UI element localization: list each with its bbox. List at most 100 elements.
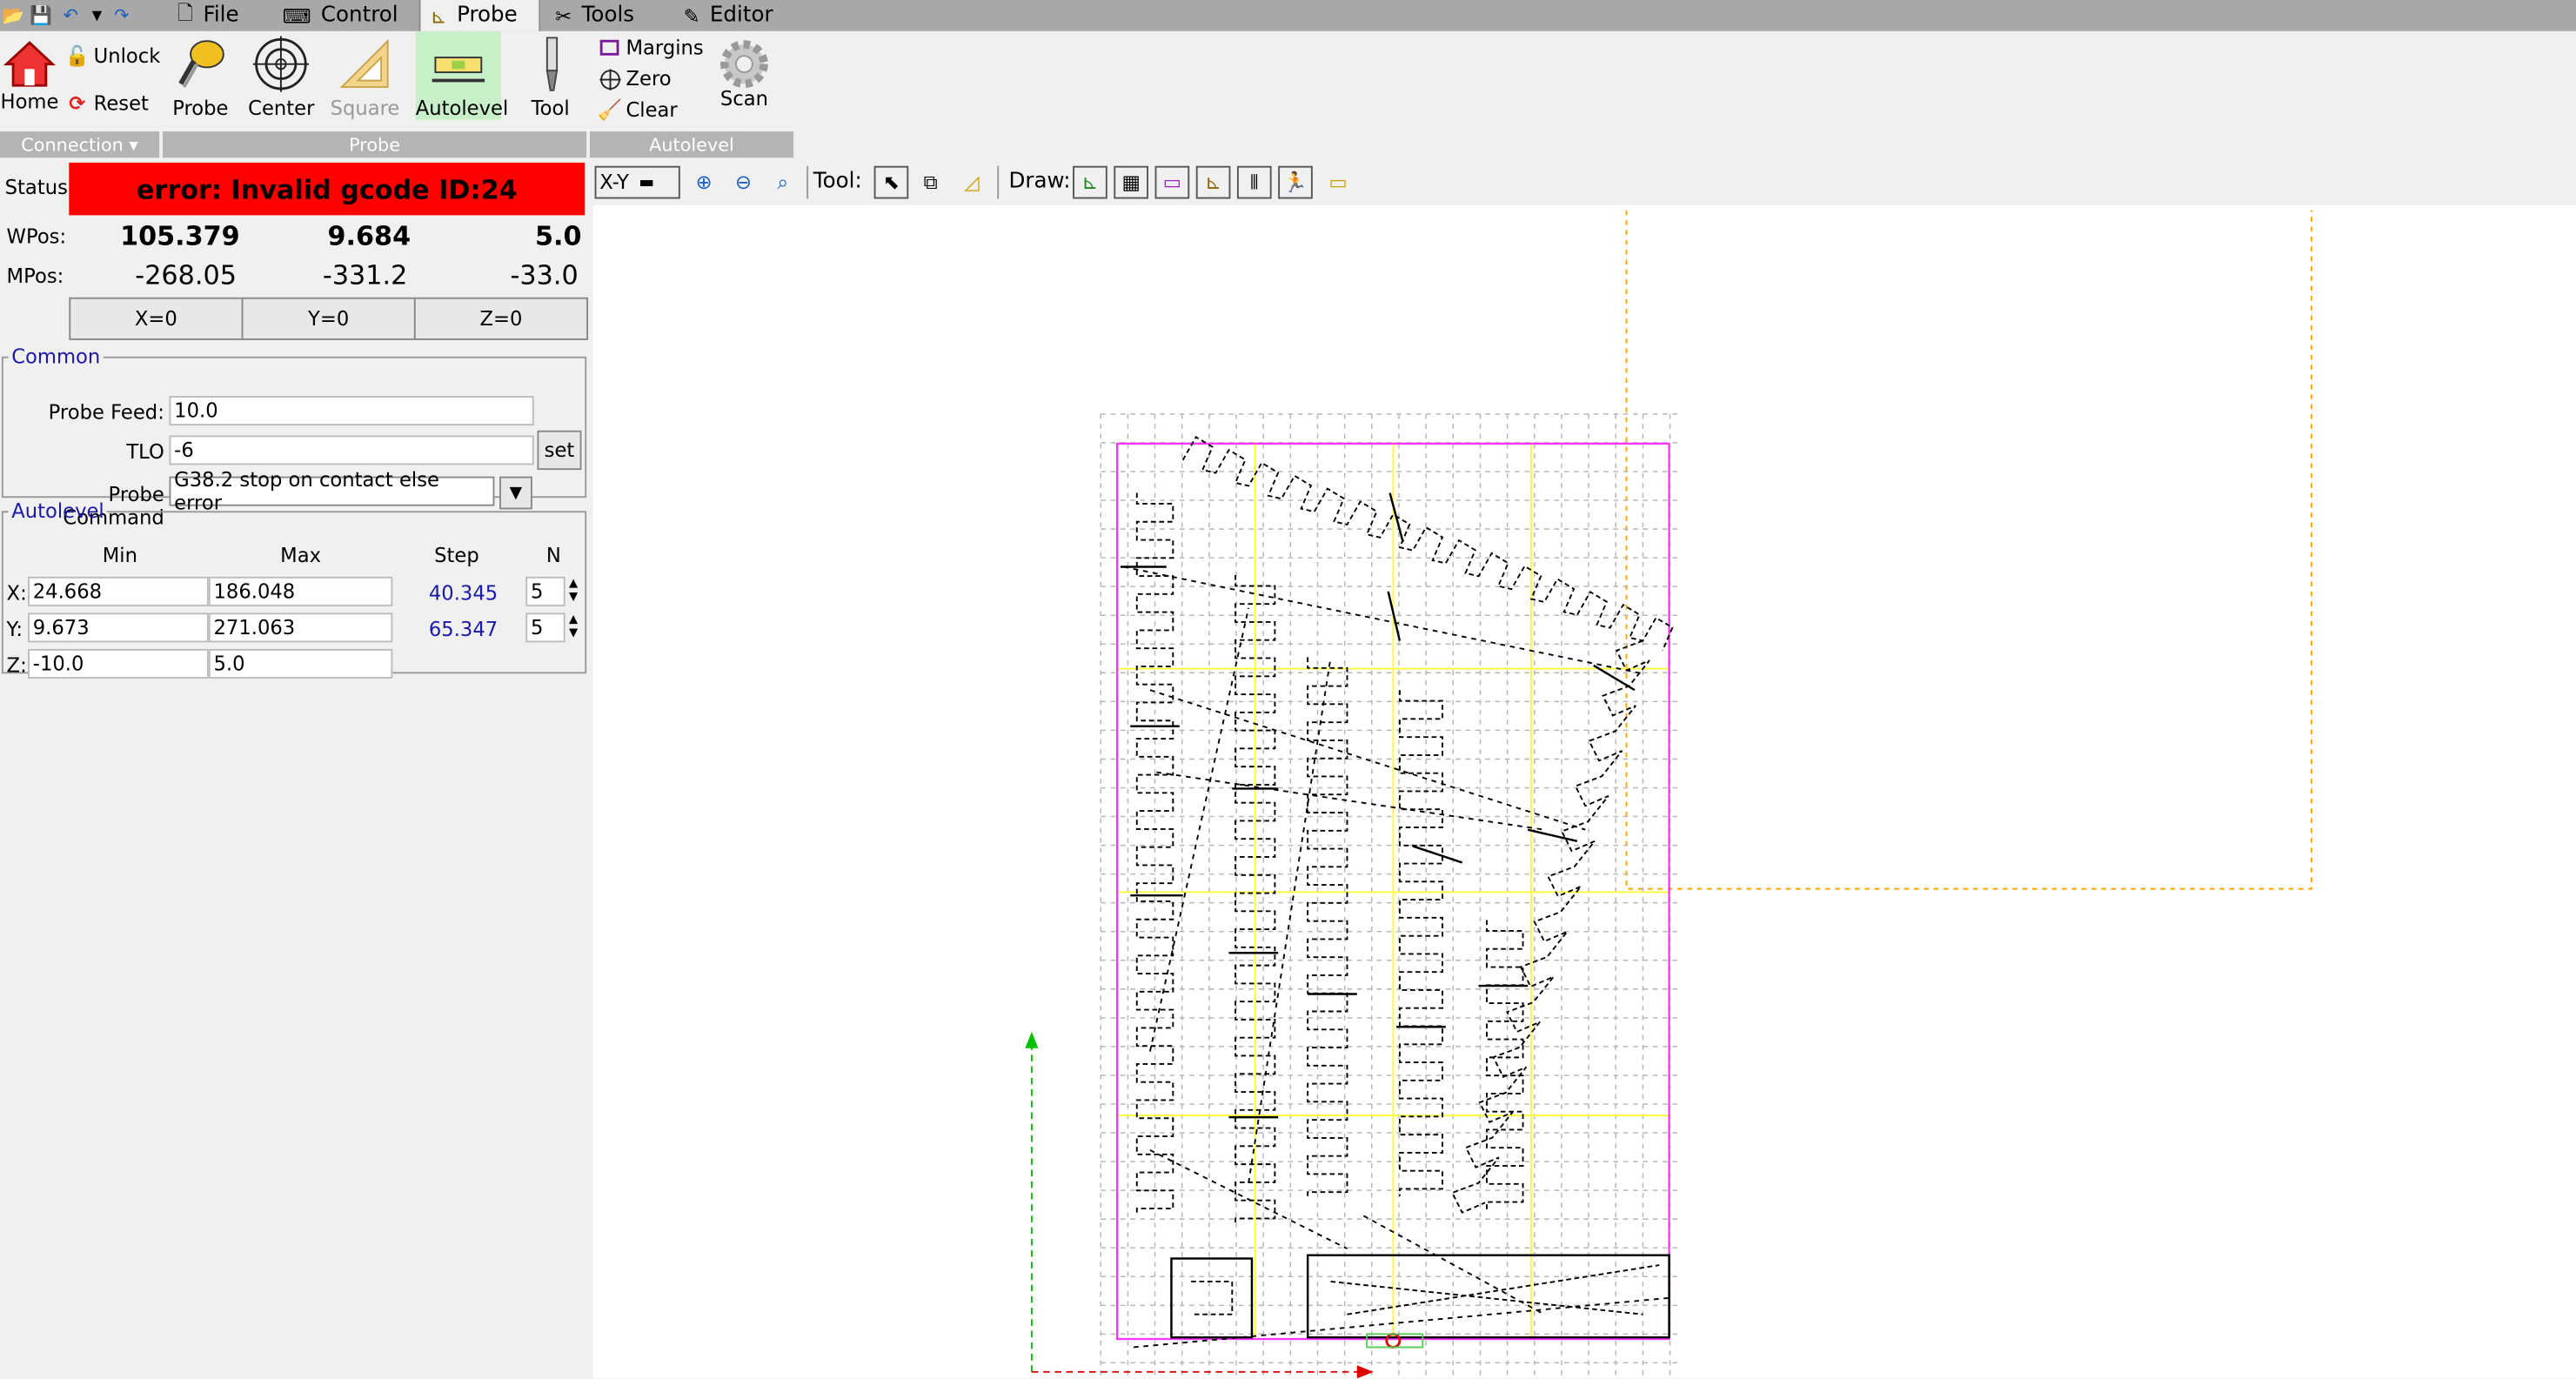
- autolevel-button[interactable]: Autolevel: [415, 30, 508, 120]
- probe-toggle-icon[interactable]: ⊾: [1195, 165, 1231, 199]
- wpos-y[interactable]: 9.684: [246, 220, 411, 251]
- tab-tools[interactable]: ✂ Tools: [555, 0, 634, 31]
- workarea-icon[interactable]: ⫴: [1236, 165, 1272, 199]
- clear-button[interactable]: 🧹 Clear: [597, 98, 677, 121]
- home-button[interactable]: Home: [0, 31, 59, 113]
- work-limit: [1625, 210, 2312, 890]
- zero-y-button[interactable]: Y=0: [241, 297, 416, 340]
- select-pointer-icon[interactable]: ⬉: [873, 165, 909, 199]
- probe-button[interactable]: Probe: [171, 31, 230, 120]
- y-row-label: Y:: [6, 618, 23, 641]
- view-select[interactable]: X-Y ▬: [594, 165, 680, 199]
- rapid-move: [1123, 566, 1643, 675]
- toolpath-box: [1170, 1257, 1254, 1339]
- tab-editor[interactable]: ✎ Editor: [684, 0, 773, 31]
- autolevel-title: Autolevel: [11, 499, 104, 523]
- y-n-input[interactable]: 5: [525, 613, 565, 643]
- rapid-icon[interactable]: 🏃: [1278, 165, 1313, 199]
- canvas-toolbar: X-Y ▬ ⊕ ⊖ ⌕ Tool: ⬉ ⧉ ◿ Draw: ⊾ ▦ ▭ ⊾ ⫴ 🏃…: [592, 162, 2576, 203]
- tab-file[interactable]: 🗋 File: [177, 0, 239, 31]
- grid-icon[interactable]: ▦: [1114, 165, 1148, 199]
- autolevel-section: Autolevel Min Max Step N X: 24.668 186.0…: [1, 499, 587, 679]
- reset-button[interactable]: ⟳ Reset: [66, 92, 149, 115]
- zoom-out-icon[interactable]: ⊖: [726, 166, 761, 199]
- toolbar-separator: [997, 165, 1000, 199]
- x-step-value: 40.345: [428, 581, 498, 605]
- wpos-label: WPos:: [6, 224, 67, 249]
- chevron-down-icon: ▬: [639, 173, 655, 191]
- scan-button[interactable]: Scan: [713, 31, 776, 110]
- zero-z-button[interactable]: Z=0: [413, 297, 589, 340]
- pan-icon[interactable]: ⧉: [913, 166, 948, 199]
- z-row-label: Z:: [6, 653, 27, 678]
- step-header: Step: [434, 544, 479, 567]
- autolevel-group-label: Autolevel: [589, 131, 794, 158]
- x-n-input[interactable]: 5: [525, 576, 565, 606]
- zoom-fit-icon[interactable]: ⌕: [766, 166, 800, 199]
- z-max-input[interactable]: 5.0: [208, 648, 393, 679]
- wpos-z[interactable]: 5.0: [418, 220, 582, 251]
- tlo-label: TLO: [126, 440, 164, 464]
- toolpath: [1398, 690, 1443, 1196]
- toolpath: [1486, 920, 1524, 1209]
- center-button[interactable]: Center: [248, 31, 314, 120]
- open-icon[interactable]: 📂: [0, 2, 26, 28]
- toolpath-box: [1306, 1254, 1670, 1339]
- max-header: Max: [280, 544, 322, 567]
- gcode-canvas[interactable]: [592, 205, 2576, 1379]
- tlo-set-button[interactable]: set: [537, 430, 582, 471]
- mpos-x: -268.05: [135, 259, 237, 291]
- tool-label: Tool:: [813, 169, 862, 194]
- zero-crosshair-icon: [598, 67, 620, 90]
- camera-icon[interactable]: ▭: [1321, 166, 1355, 199]
- toolbar-separator: [806, 165, 809, 199]
- unlock-icon: 🔓: [64, 44, 90, 68]
- zero-x-button[interactable]: X=0: [69, 297, 244, 340]
- reset-icon: ⟳: [69, 91, 86, 116]
- status-label: Status:: [4, 176, 75, 199]
- cut-mark: [1527, 828, 1578, 843]
- rapid-move: [1156, 771, 1545, 831]
- min-header: Min: [102, 544, 137, 567]
- axes-icon[interactable]: ⊾: [1073, 165, 1107, 199]
- rapid-move: [1362, 1215, 1545, 1315]
- zero-button[interactable]: Zero: [598, 67, 672, 90]
- ribbon: Home 🔓Unlock ⟳Reset Connection ▾ Probe: [0, 30, 2576, 160]
- x-n-spinner-icon[interactable]: ▲ ▼: [565, 577, 582, 606]
- toolpath: [1451, 639, 1650, 1214]
- mpos-y: -331.2: [322, 259, 408, 291]
- save-icon[interactable]: 💾: [28, 2, 54, 28]
- undo-icon[interactable]: ↶: [57, 2, 84, 28]
- common-section: Common Probe Feed: 10.0 TLO -6 set Probe…: [1, 345, 587, 529]
- home-icon: [3, 41, 57, 87]
- y-max-input[interactable]: 271.063: [208, 613, 393, 643]
- tlo-input[interactable]: -6: [169, 435, 534, 465]
- square-button[interactable]: Square: [331, 31, 399, 120]
- undo-dropdown-icon[interactable]: ▼: [84, 2, 110, 28]
- tool-button[interactable]: Tool: [523, 31, 579, 120]
- x-max-input[interactable]: 186.048: [208, 576, 393, 606]
- n-header: N: [545, 544, 561, 567]
- redo-icon[interactable]: ↷: [109, 2, 135, 28]
- ruler-icon[interactable]: ◿: [954, 166, 989, 199]
- x-axis-arrow: [1356, 1365, 1374, 1379]
- tab-probe[interactable]: ⊾ Probe: [418, 0, 541, 31]
- x-min-input[interactable]: 24.668: [28, 576, 209, 606]
- menu-bar: 📂 💾 ↶ ▼ ↷ 🗋 File ⌨ Control ⊾ Probe ✂ Tools ✎…: [0, 0, 2576, 31]
- y-n-spinner-icon[interactable]: ▲ ▼: [565, 613, 582, 642]
- toolpath-view[interactable]: [593, 205, 2576, 1379]
- y-axis-arrow: [1025, 1031, 1039, 1048]
- margins-button[interactable]: Margins: [598, 37, 704, 59]
- z-min-input[interactable]: -10.0: [28, 648, 209, 679]
- wpos-x[interactable]: 105.379: [76, 220, 240, 251]
- margins-toggle-icon[interactable]: ▭: [1154, 165, 1190, 199]
- y-min-input[interactable]: 9.673: [28, 613, 209, 643]
- tab-control[interactable]: ⌨ Control: [283, 0, 398, 31]
- zoom-in-icon[interactable]: ⊕: [686, 166, 721, 199]
- cut-mark: [1412, 845, 1463, 864]
- unlock-button[interactable]: 🔓 Unlock: [64, 44, 161, 68]
- probe-feed-input[interactable]: 10.0: [169, 396, 534, 426]
- connection-group-label[interactable]: Connection ▾: [0, 131, 160, 158]
- autolevel-icon: [432, 57, 485, 83]
- probe-feed-label: Probe Feed:: [48, 400, 164, 425]
